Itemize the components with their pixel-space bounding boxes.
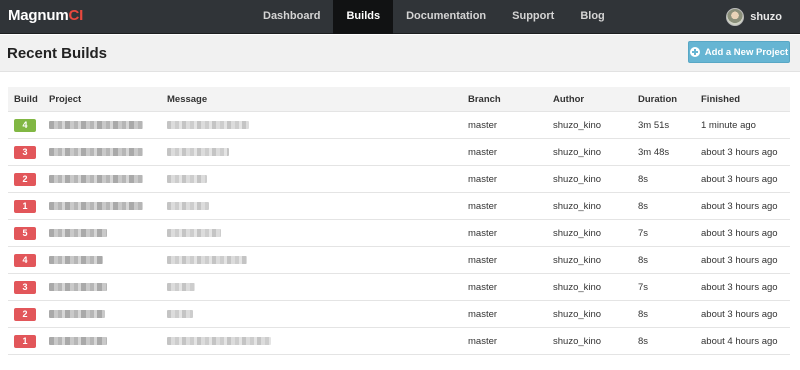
branch-cell: master (468, 200, 498, 212)
project-name-redacted[interactable] (49, 283, 107, 291)
nav-support[interactable]: Support (499, 0, 567, 34)
branch-cell: master (468, 119, 498, 131)
finished-cell: about 3 hours ago (701, 254, 778, 266)
nav-documentation[interactable]: Documentation (393, 0, 499, 34)
finished-cell: about 3 hours ago (701, 200, 778, 212)
build-status-badge[interactable]: 3 (14, 280, 36, 294)
table-row[interactable]: 4 master shuzo_kino 8s about 3 hours ago (8, 247, 790, 274)
duration-cell: 8s (638, 335, 649, 347)
nav-dashboard[interactable]: Dashboard (250, 0, 333, 34)
build-status-badge[interactable]: 4 (14, 118, 36, 132)
duration-cell: 3m 51s (638, 119, 670, 131)
main-nav: Dashboard Builds Documentation Support B… (250, 0, 618, 34)
project-name-redacted[interactable] (49, 256, 103, 264)
col-build-header: Build (14, 93, 38, 105)
finished-cell: about 3 hours ago (701, 281, 778, 293)
duration-cell: 8s (638, 200, 649, 212)
author-cell: shuzo_kino (553, 335, 602, 347)
duration-cell: 8s (638, 173, 649, 185)
brand-logo[interactable]: MagnumCI (8, 7, 83, 24)
plus-circle-icon (689, 47, 700, 57)
table-row[interactable]: 1 master shuzo_kino 8s about 3 hours ago (8, 193, 790, 220)
branch-cell: master (468, 254, 498, 266)
duration-cell: 8s (638, 308, 649, 320)
author-cell: shuzo_kino (553, 146, 602, 158)
add-project-label: Add a New Project (704, 46, 789, 58)
finished-cell: about 4 hours ago (701, 335, 778, 347)
build-status-badge[interactable]: 5 (14, 226, 36, 240)
top-navbar: MagnumCI Dashboard Builds Documentation … (0, 0, 800, 34)
finished-cell: about 3 hours ago (701, 173, 778, 185)
project-name-redacted[interactable] (49, 202, 143, 210)
author-cell: shuzo_kino (553, 119, 602, 131)
duration-cell: 7s (638, 281, 649, 293)
builds-table: Build Project Message Branch Author Dura… (8, 87, 790, 355)
table-row[interactable]: 1 master shuzo_kino 8s about 4 hours ago (8, 328, 790, 355)
branch-cell: master (468, 173, 498, 185)
nav-builds[interactable]: Builds (333, 0, 394, 34)
commit-message-redacted (167, 310, 193, 318)
col-duration-header: Duration (638, 93, 678, 105)
build-status-badge[interactable]: 2 (14, 307, 36, 321)
author-cell: shuzo_kino (553, 173, 602, 185)
finished-cell: about 3 hours ago (701, 227, 778, 239)
commit-message-redacted (167, 283, 195, 291)
commit-message-redacted (167, 202, 209, 210)
build-status-badge[interactable]: 2 (14, 172, 36, 186)
brand-name: Magnum (8, 7, 69, 24)
project-name-redacted[interactable] (49, 337, 107, 345)
author-cell: shuzo_kino (553, 200, 602, 212)
branch-cell: master (468, 308, 498, 320)
page-header: Recent Builds Add a New Project (0, 35, 800, 72)
finished-cell: about 3 hours ago (701, 308, 778, 320)
build-status-badge[interactable]: 4 (14, 253, 36, 267)
brand-accent: CI (68, 7, 84, 24)
commit-message-redacted (167, 121, 249, 129)
branch-cell: master (468, 335, 498, 347)
table-header: Build Project Message Branch Author Dura… (8, 87, 790, 112)
commit-message-redacted (167, 337, 271, 345)
table-row[interactable]: 2 master shuzo_kino 8s about 3 hours ago (8, 301, 790, 328)
build-status-badge[interactable]: 3 (14, 145, 36, 159)
finished-cell: about 3 hours ago (701, 146, 778, 158)
build-status-badge[interactable]: 1 (14, 199, 36, 213)
user-menu[interactable]: shuzo (726, 0, 782, 34)
branch-cell: master (468, 281, 498, 293)
col-message-header: Message (167, 93, 208, 105)
branch-cell: master (468, 227, 498, 239)
table-row[interactable]: 3 master shuzo_kino 7s about 3 hours ago (8, 274, 790, 301)
table-row[interactable]: 2 master shuzo_kino 8s about 3 hours ago (8, 166, 790, 193)
page-title: Recent Builds (7, 45, 108, 62)
table-row[interactable]: 3 master shuzo_kino 3m 48s about 3 hours… (8, 139, 790, 166)
author-cell: shuzo_kino (553, 308, 602, 320)
project-name-redacted[interactable] (49, 121, 143, 129)
author-cell: shuzo_kino (553, 254, 602, 266)
project-name-redacted[interactable] (49, 310, 105, 318)
user-name[interactable]: shuzo (750, 11, 782, 23)
commit-message-redacted (167, 175, 207, 183)
author-cell: shuzo_kino (553, 227, 602, 239)
project-name-redacted[interactable] (49, 175, 143, 183)
finished-cell: 1 minute ago (701, 119, 756, 131)
commit-message-redacted (167, 229, 221, 237)
author-cell: shuzo_kino (553, 281, 602, 293)
nav-blog[interactable]: Blog (567, 0, 617, 34)
project-name-redacted[interactable] (49, 148, 143, 156)
table-row[interactable]: 4 master shuzo_kino 3m 51s 1 minute ago (8, 112, 790, 139)
commit-message-redacted (167, 256, 247, 264)
branch-cell: master (468, 146, 498, 158)
avatar[interactable] (726, 8, 745, 26)
duration-cell: 8s (638, 254, 649, 266)
col-author-header: Author (553, 93, 585, 105)
duration-cell: 7s (638, 227, 649, 239)
table-row[interactable]: 5 master shuzo_kino 7s about 3 hours ago (8, 220, 790, 247)
col-project-header: Project (49, 93, 82, 105)
project-name-redacted[interactable] (49, 229, 107, 237)
col-branch-header: Branch (468, 93, 501, 105)
duration-cell: 3m 48s (638, 146, 670, 158)
col-finished-header: Finished (701, 93, 741, 105)
build-status-badge[interactable]: 1 (14, 334, 36, 348)
add-project-button[interactable]: Add a New Project (688, 41, 790, 63)
commit-message-redacted (167, 148, 229, 156)
